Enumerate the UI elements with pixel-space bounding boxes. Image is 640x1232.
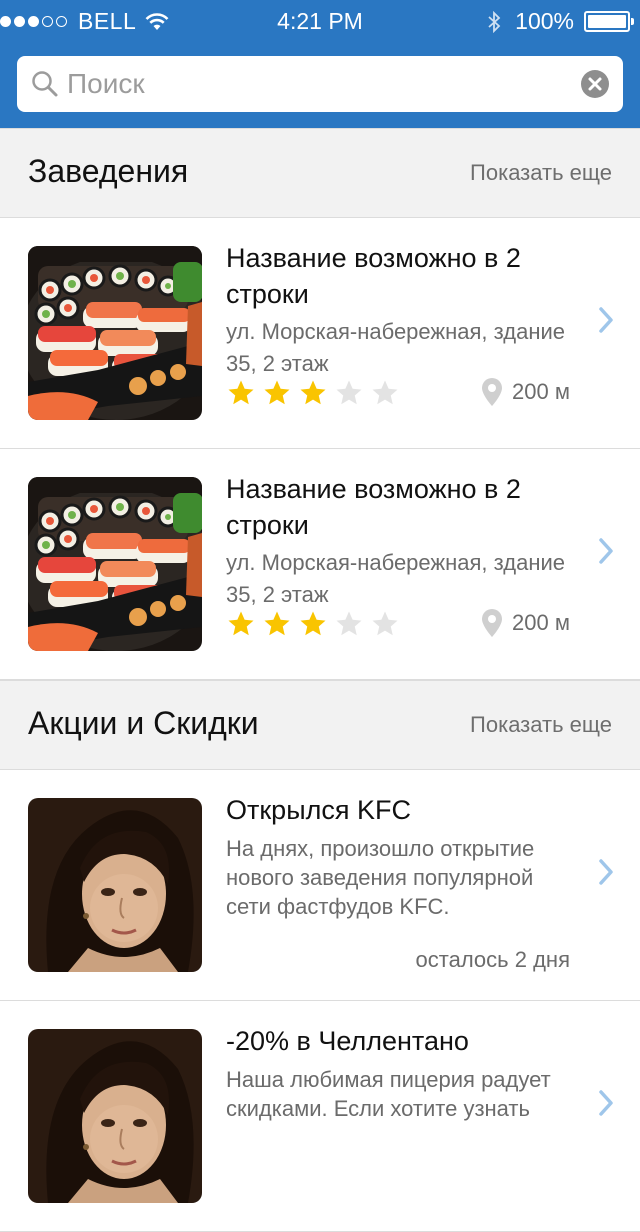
venue-photo	[28, 477, 202, 651]
clear-search-icon[interactable]	[581, 70, 609, 98]
promos-show-more-link[interactable]: Показать еще	[470, 712, 612, 738]
status-bar: BELL 4:21 PM 100%	[0, 0, 640, 40]
venue-address: ул. Морская-набережная, здание 35, 2 эта…	[226, 550, 565, 607]
star-filled-icon	[264, 380, 290, 405]
venue-rating	[226, 609, 406, 639]
promo-title: -20% в Челлентано	[226, 1026, 469, 1056]
venue-distance: 200 м	[482, 609, 570, 637]
promo-list-item[interactable]: -20% в Челлентано Наша любимая пицерия р…	[0, 1001, 640, 1232]
promos-section-title: Акции и Скидки	[28, 705, 259, 741]
promo-list-item[interactable]: Открылся KFC На днях, произошло открытие…	[0, 770, 640, 1001]
venue-address: ул. Морская-набережная, здание 35, 2 эта…	[226, 319, 565, 376]
venue-distance-value: 200 м	[512, 379, 570, 404]
promo-description: На днях, произошло открытие нового завед…	[226, 836, 535, 919]
star-filled-icon	[228, 380, 254, 405]
chevron-right-icon[interactable]	[598, 858, 614, 886]
bluetooth-icon	[488, 10, 501, 33]
battery-icon	[584, 11, 634, 32]
promos-section-header: Акции и Скидки Показать еще	[0, 680, 640, 770]
star-empty-icon	[372, 380, 398, 405]
top-bar: BELL 4:21 PM 100%	[0, 0, 640, 128]
location-pin-icon	[482, 378, 503, 406]
star-filled-icon	[300, 380, 326, 405]
venue-distance-value: 200 м	[512, 610, 570, 635]
star-filled-icon	[228, 611, 254, 636]
search-bar[interactable]	[17, 56, 623, 112]
location-pin-icon	[482, 609, 503, 637]
promo-photo	[28, 1029, 202, 1203]
venues-section-header: Заведения Показать еще	[0, 128, 640, 218]
star-empty-icon	[372, 611, 398, 636]
venue-list-item[interactable]: Название возможно в 2 строки ул. Морская…	[0, 449, 640, 680]
chevron-right-icon[interactable]	[598, 306, 614, 334]
star-filled-icon	[264, 611, 290, 636]
promo-time-remaining: осталось 2 дня	[415, 947, 570, 972]
venues-section-title: Заведения	[28, 153, 189, 189]
promo-photo	[28, 798, 202, 972]
venue-name: Название возможно в 2 строки	[226, 474, 521, 540]
venue-photo	[28, 246, 202, 420]
venue-distance: 200 м	[482, 378, 570, 406]
star-empty-icon	[336, 380, 362, 405]
battery-percent: 100%	[515, 8, 574, 34]
star-filled-icon	[300, 611, 326, 636]
chevron-right-icon[interactable]	[598, 1089, 614, 1117]
promo-description: Наша любимая пицерия радует скидками. Ес…	[226, 1067, 551, 1121]
venue-rating	[226, 378, 406, 408]
venue-list-item[interactable]: Название возможно в 2 строки ул. Морская…	[0, 218, 640, 449]
venues-show-more-link[interactable]: Показать еще	[470, 160, 612, 186]
venue-name: Название возможно в 2 строки	[226, 243, 521, 309]
star-empty-icon	[336, 611, 362, 636]
chevron-right-icon[interactable]	[598, 537, 614, 565]
search-icon	[32, 71, 58, 97]
promo-title: Открылся KFC	[226, 795, 411, 825]
search-input[interactable]	[67, 56, 567, 112]
